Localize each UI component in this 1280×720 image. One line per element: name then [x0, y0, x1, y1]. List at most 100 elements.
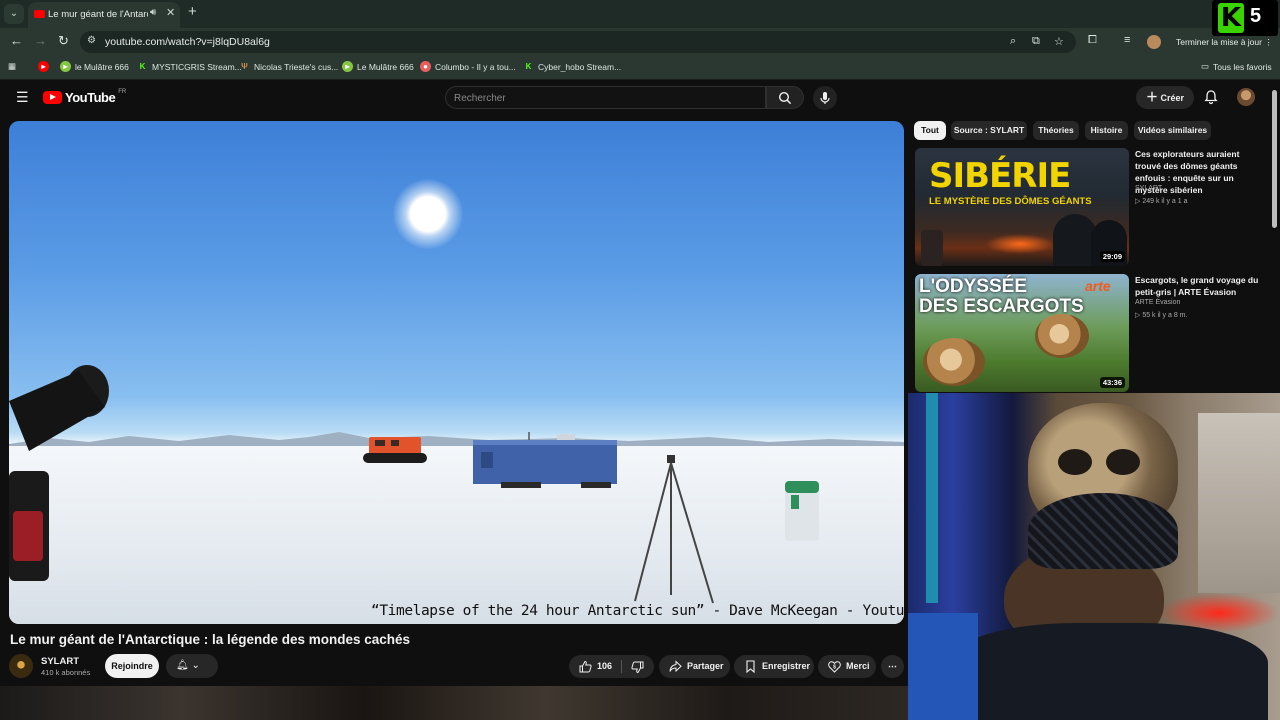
logo-letter: K	[1218, 3, 1244, 33]
bookmarks-bar: ▦ ▸ ▸ le Mulâtre 666 K MYSTICGRIS Stream..…	[0, 56, 1280, 80]
like-count[interactable]: 106	[597, 655, 612, 678]
divider	[621, 660, 622, 673]
thanks-button[interactable]: $ Merci	[818, 655, 876, 678]
video-duration: 29:09	[1099, 251, 1125, 262]
account-avatar[interactable]	[1237, 88, 1255, 106]
search-icon	[778, 91, 792, 105]
page-scrollbar[interactable]	[1272, 90, 1277, 228]
recommendation-channel[interactable]: ARTE Évasion	[1135, 299, 1180, 306]
columbo-icon: ●	[420, 61, 431, 72]
kick-icon: K	[525, 62, 532, 71]
browser-toolbar: ← → ↻ ⚙ youtube.com/watch?v=j8lqDU8al6g …	[0, 28, 1280, 56]
chip-theories[interactable]: Théories	[1033, 121, 1079, 140]
close-tab-icon[interactable]: ✕	[166, 6, 175, 19]
snow-field-image	[9, 446, 904, 624]
tab-search-chevron-icon[interactable]: ⌄	[4, 4, 24, 24]
create-button[interactable]: ＋ Créer	[1136, 86, 1194, 109]
extensions-puzzle-icon[interactable]: ⧠	[1088, 34, 1097, 47]
heart-dollar-icon: $	[828, 661, 841, 673]
youtube-logo[interactable]: YouTube FR	[43, 88, 127, 105]
install-app-icon[interactable]: ⧉	[1032, 35, 1040, 48]
skull-eye-image	[1106, 449, 1140, 475]
thumbnail-title: L'ODYSSÉE	[919, 276, 1027, 297]
rumble-icon: ▸	[60, 61, 71, 72]
recommendation-thumbnail[interactable]: L'ODYSSÉE DES ESCARGOTS arte 43:36	[915, 274, 1129, 392]
chip-source[interactable]: Source : SYLART	[951, 121, 1027, 140]
svg-text:$: $	[833, 665, 836, 671]
voice-search-button[interactable]	[813, 86, 837, 110]
research-cabin-image	[473, 432, 617, 488]
rumble-icon: ▸	[342, 61, 353, 72]
bookmark-item[interactable]: ▸	[38, 61, 49, 72]
bookmark-item[interactable]: ▸ le Mulâtre 666	[60, 61, 129, 72]
hamburger-menu-icon[interactable]: ☰	[16, 89, 29, 106]
chair-image	[908, 613, 978, 720]
search-input[interactable]	[454, 90, 754, 106]
camera-foreground-image	[9, 365, 109, 581]
forward-arrow-icon[interactable]: →	[34, 33, 47, 48]
recommendation-channel[interactable]: SYLART	[1135, 185, 1162, 192]
share-arrow-icon	[669, 660, 682, 673]
tab-title: Le mur géant de l'Antarctique	[48, 9, 148, 20]
region-code: FR	[118, 88, 127, 95]
search-button[interactable]	[766, 86, 804, 109]
search-box	[445, 86, 766, 109]
microphone-icon	[820, 92, 830, 104]
chip-similar-videos[interactable]: Vidéos similaires	[1134, 121, 1211, 140]
back-arrow-icon[interactable]: ←	[10, 33, 23, 48]
youtube-play-logo-icon	[43, 91, 62, 104]
bookmark-item[interactable]: ● Columbo - Il y a tou...	[420, 61, 516, 72]
save-button[interactable]: Enregistrer	[734, 655, 814, 678]
subscriber-count: 410 k abonnés	[41, 668, 91, 677]
address-bar[interactable]: ⚙ youtube.com/watch?v=j8lqDU8al6g ⌕ ⧉ ☆	[80, 31, 1076, 53]
logo-number: 5	[1250, 5, 1262, 27]
like-thumb-up-icon[interactable]	[579, 660, 592, 673]
browser-profile-avatar[interactable]	[1147, 35, 1161, 49]
fire-glow-image	[985, 234, 1055, 254]
bookmark-item[interactable]: Ψ Nicolas Trieste's cus...	[239, 61, 338, 72]
tripod-image	[634, 455, 714, 604]
join-button[interactable]: Rejoindre	[105, 654, 159, 678]
all-bookmarks-folder[interactable]: ▭ Tous les favoris	[1201, 61, 1272, 72]
notifications-bell-icon[interactable]	[1203, 89, 1219, 105]
deer-icon: Ψ	[241, 62, 248, 71]
video-player[interactable]: “Timelapse of the 24 hour Antarctic sun”…	[9, 121, 904, 624]
chevron-down-icon: ⌄	[191, 660, 200, 671]
snail-image	[923, 338, 985, 386]
thumbnail-subtitle: LE MYSTÈRE DES DÔMES GÉANTS	[929, 196, 1092, 207]
folder-icon: ▭	[1201, 61, 1210, 71]
description-area-partial	[0, 686, 908, 720]
more-actions-button[interactable]: ⋯	[881, 655, 904, 678]
url-text[interactable]: youtube.com/watch?v=j8lqDU8al6g	[105, 36, 270, 48]
recommendation-meta: ▷ 55 k il y a 8 m.	[1135, 312, 1188, 319]
reload-icon[interactable]: ↻	[58, 33, 69, 49]
bookmark-star-icon[interactable]: ☆	[1054, 35, 1064, 48]
bell-icon: 🔔︎	[176, 660, 189, 671]
recommendation-meta: ▷ 249 k il y a 1 a	[1135, 198, 1188, 205]
chip-history[interactable]: Histoire	[1085, 121, 1128, 140]
channel-name[interactable]: SYLART	[41, 656, 79, 667]
speaker-icon[interactable]: 🔊︎	[150, 7, 156, 18]
recommendation-thumbnail[interactable]: SIBÉRIE LE MYSTÈRE DES DÔMES GÉANTS 29:0…	[915, 148, 1129, 266]
channel-overlay-logo: K 5	[1212, 0, 1278, 36]
dislike-thumb-down-icon[interactable]	[631, 661, 644, 674]
subscription-bell-button[interactable]: 🔔︎ ⌄	[166, 654, 218, 678]
media-control-icon[interactable]: ≡	[1124, 34, 1130, 46]
bookmark-item[interactable]: K Cyber_hobo Stream...	[523, 61, 622, 72]
bookmark-item[interactable]: K MYSTICGRIS Stream...	[137, 61, 242, 72]
youtube-favicon-icon	[34, 10, 45, 18]
recommendation-title[interactable]: Escargots, le grand voyage du petit-gris…	[1135, 274, 1263, 298]
new-tab-plus-icon[interactable]: +	[188, 3, 197, 20]
apps-grid-icon[interactable]: ▦	[8, 61, 16, 72]
zoom-icon[interactable]: ⌕	[1010, 35, 1016, 48]
site-info-icon[interactable]: ⚙	[87, 35, 96, 46]
bookmark-save-icon	[746, 660, 755, 673]
chip-all[interactable]: Tout	[914, 121, 946, 140]
update-button-label: Terminer la mise à jour	[1176, 37, 1262, 47]
plus-icon: ＋	[1145, 90, 1158, 104]
bookmark-item[interactable]: ▸ Le Mulâtre 666	[342, 61, 414, 72]
bookmark-label: Nicolas Trieste's cus...	[254, 61, 339, 72]
share-button[interactable]: Partager	[659, 655, 730, 678]
channel-avatar[interactable]	[9, 654, 33, 678]
browser-tab-active[interactable]: Le mur géant de l'Antarctique 🔊︎ ✕	[28, 2, 180, 28]
